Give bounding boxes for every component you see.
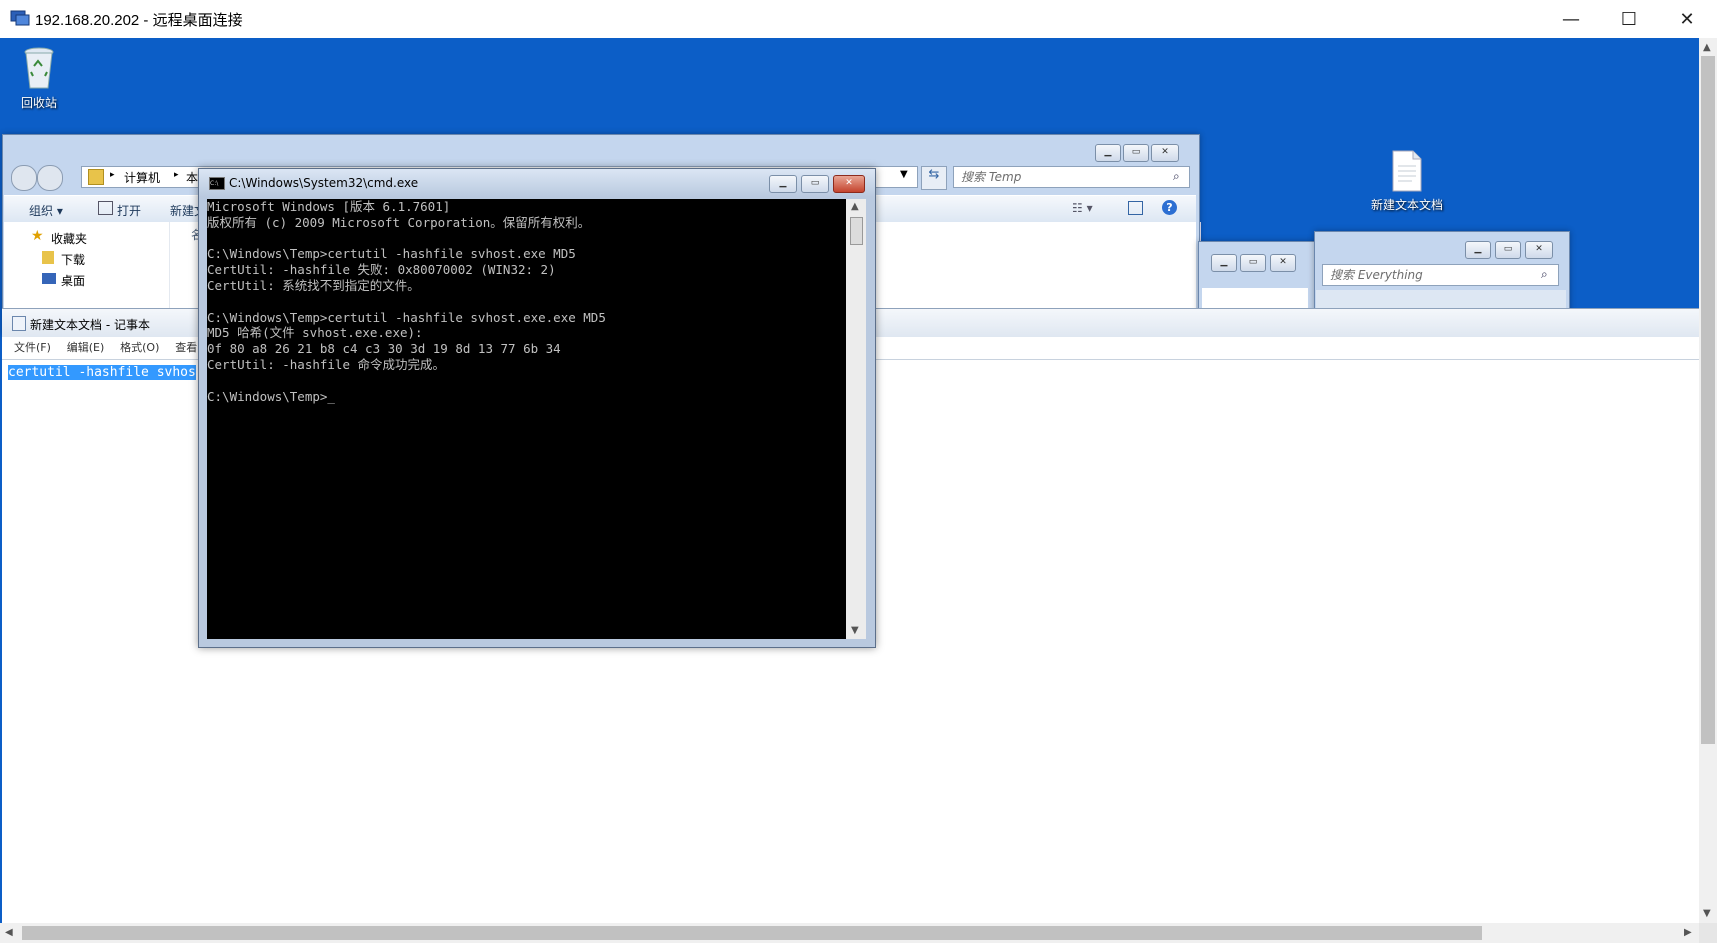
close-button[interactable]: ✕ <box>1658 0 1716 38</box>
cmd-maximize-button[interactable]: ▭ <box>801 175 829 193</box>
cmd-title: C:\Windows\System32\cmd.exe <box>229 176 419 190</box>
menu-format[interactable]: 格式(O) <box>120 341 159 354</box>
view-options-icon[interactable]: ☷ ▾ <box>1072 201 1093 215</box>
rdp-horizontal-scrollbar[interactable]: ◀ ▶ <box>0 923 1699 943</box>
cmd-line: C:\Windows\Temp>certutil -hashfile svhos… <box>207 246 576 262</box>
desktop-icon <box>42 273 56 284</box>
notepad-title: 新建文本文档 - 记事本 <box>30 318 150 332</box>
cmd-line: CertUtil: 系统找不到指定的文件。 <box>207 277 420 293</box>
text-document-label: 新建文本文档 <box>1370 198 1443 212</box>
breadcrumb-computer[interactable]: 计算机 <box>124 169 160 186</box>
rdp-title-bar: 192.168.20.202 - 远程桌面连接 — ☐ ✕ <box>0 0 1717 39</box>
desktop-icon-text-document[interactable]: 新建文本文档 <box>1362 150 1452 216</box>
remote-desktop[interactable]: 回收站 新建文本文档 ▁ ▭ ✕ ▸ 计算机 ▸ 本 ▼ ⇆ 搜索 Temp ⌕ <box>0 38 1699 923</box>
nav-downloads[interactable]: 下载 <box>61 251 85 268</box>
menu-view[interactable]: 查看 <box>175 341 197 354</box>
scrollbar-corner <box>1699 923 1717 943</box>
everything-minimize-button[interactable]: ▁ <box>1465 241 1491 259</box>
rdp-title: 192.168.20.202 - 远程桌面连接 <box>35 12 243 29</box>
cmd-line: C:\Windows\Temp>certutil -hashfile svhos… <box>207 309 606 325</box>
downloads-folder-icon <box>42 251 54 264</box>
nav-desktop[interactable]: 桌面 <box>61 272 85 289</box>
breadcrumb-separator-icon: ▸ <box>174 170 179 180</box>
cmd-icon: C:\ <box>209 177 225 190</box>
cmd-window[interactable]: C:\ C:\Windows\System32\cmd.exe ▁ ▭ ✕ Mi… <box>198 168 876 648</box>
cmd-line: MD5 哈希(文件 svhost.exe.exe): <box>207 325 423 341</box>
cmd-line: CertUtil: -hashfile 失败: 0x80070002 (WIN3… <box>207 262 556 278</box>
explorer-close-button[interactable]: ✕ <box>1151 144 1179 162</box>
bg-window-minimize-button[interactable]: ▁ <box>1211 254 1237 272</box>
address-dropdown-icon[interactable]: ▼ <box>900 169 908 180</box>
bg-window-close-button[interactable]: ✕ <box>1270 254 1296 272</box>
menu-file[interactable]: 文件(F) <box>14 341 51 354</box>
everything-search-input[interactable]: 搜索 Everything <box>1322 264 1559 286</box>
cmd-title-bar: C:\ C:\Windows\System32\cmd.exe ▁ ▭ ✕ <box>199 169 875 197</box>
scroll-up-icon[interactable]: ▲ <box>1703 42 1711 53</box>
forward-button[interactable] <box>37 165 63 191</box>
cmd-line <box>207 373 846 389</box>
notepad-icon <box>12 316 26 331</box>
cmd-line <box>207 231 846 247</box>
explorer-minimize-button[interactable]: ▁ <box>1095 144 1121 162</box>
organize-button[interactable]: 组织 ▾ <box>29 202 63 219</box>
favorites-star-icon: ★ <box>31 228 44 244</box>
breadcrumb-local[interactable]: 本 <box>186 169 198 186</box>
explorer-search-input[interactable]: 搜索 Temp <box>953 166 1190 188</box>
selected-text: certutil -hashfile svhos <box>8 365 196 380</box>
cmd-line: C:\Windows\Temp>_ <box>207 388 335 404</box>
everything-maximize-button[interactable]: ▭ <box>1495 241 1521 259</box>
rdp-vscroll-thumb[interactable] <box>1701 56 1715 744</box>
scroll-up-icon[interactable]: ▲ <box>851 201 859 212</box>
maximize-button[interactable]: ☐ <box>1600 0 1658 38</box>
desktop-icon-recycle-bin[interactable]: 回收站 <box>14 46 64 112</box>
text-document-icon <box>1392 150 1422 192</box>
scroll-right-icon[interactable]: ▶ <box>1684 927 1692 938</box>
open-button[interactable]: 打开 <box>117 202 141 219</box>
cmd-line: 版权所有 (c) 2009 Microsoft Corporation。保留所有… <box>207 214 591 230</box>
back-button[interactable] <box>11 165 37 191</box>
cmd-minimize-button[interactable]: ▁ <box>769 175 797 193</box>
scroll-down-icon[interactable]: ▼ <box>1703 908 1711 919</box>
search-icon: ⌕ <box>1173 169 1180 183</box>
rdp-vertical-scrollbar[interactable]: ▲ ▼ <box>1699 38 1717 923</box>
cmd-scroll-thumb[interactable] <box>850 217 863 245</box>
recycle-bin-label: 回收站 <box>20 96 57 110</box>
preview-pane-icon[interactable] <box>1128 201 1143 215</box>
cmd-line: Microsoft Windows [版本 6.1.7601] <box>207 199 451 214</box>
scroll-down-icon[interactable]: ▼ <box>851 625 859 636</box>
bg-window-maximize-button[interactable]: ▭ <box>1240 254 1266 272</box>
folder-icon <box>88 169 104 185</box>
refresh-icon[interactable]: ⇆ <box>921 166 947 190</box>
minimize-button[interactable]: — <box>1542 0 1600 38</box>
open-icon <box>98 201 113 215</box>
breadcrumb-separator-icon: ▸ <box>110 170 115 180</box>
cmd-close-button[interactable]: ✕ <box>833 175 865 193</box>
cmd-line <box>207 294 846 310</box>
everything-close-button[interactable]: ✕ <box>1525 241 1553 259</box>
remote-desktop-icon <box>10 10 30 26</box>
menu-edit[interactable]: 编辑(E) <box>67 341 105 354</box>
cmd-line: CertUtil: -hashfile 命令成功完成。 <box>207 356 446 372</box>
cmd-console[interactable]: Microsoft Windows [版本 6.1.7601] 版权所有 (c) … <box>207 199 846 639</box>
cmd-line: 0f 80 a8 26 21 b8 c4 c3 30 3d 19 8d 13 7… <box>207 341 561 357</box>
search-icon: ⌕ <box>1541 267 1548 281</box>
cmd-scrollbar[interactable]: ▲ ▼ <box>846 199 866 639</box>
recycle-bin-icon <box>24 47 54 89</box>
help-icon[interactable]: ? <box>1162 200 1177 215</box>
rdp-hscroll-thumb[interactable] <box>22 926 1482 940</box>
scroll-left-icon[interactable]: ◀ <box>5 927 13 938</box>
explorer-maximize-button[interactable]: ▭ <box>1123 144 1149 162</box>
nav-favorites[interactable]: 收藏夹 <box>51 230 87 247</box>
